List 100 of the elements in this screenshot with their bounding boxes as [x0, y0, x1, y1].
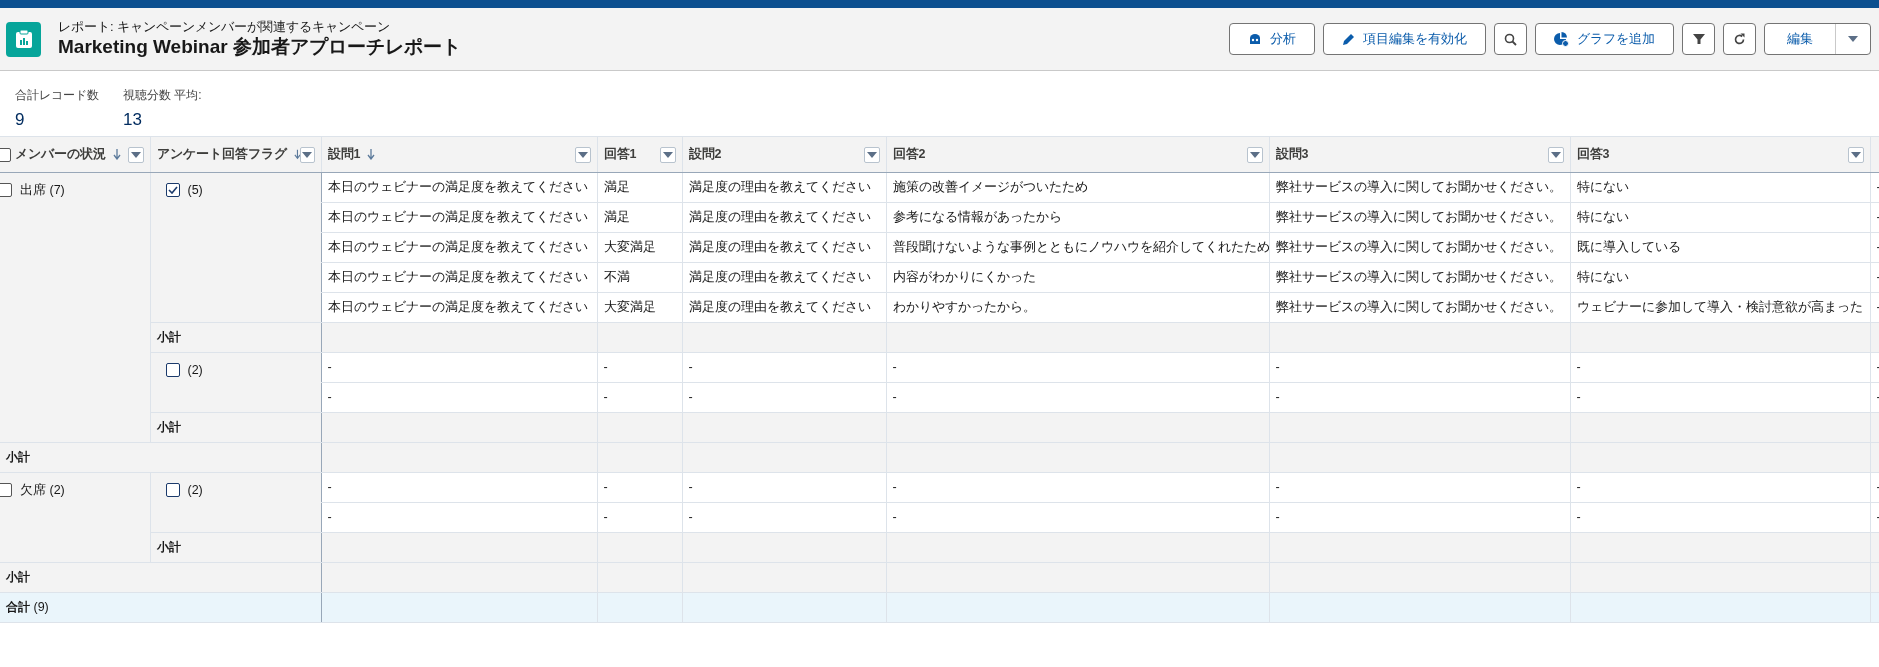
column-menu-button[interactable] — [1847, 146, 1864, 163]
table-cell: - — [1576, 390, 1581, 405]
table-cell: 満足度の理由を教えてください — [688, 180, 871, 195]
filter-button[interactable] — [1682, 23, 1715, 55]
table-cell: - — [892, 360, 897, 375]
caret-icon — [302, 151, 313, 158]
table-cell: 本日のウェビナーの満足度を教えてください — [327, 270, 588, 285]
pencil-icon — [1342, 32, 1355, 46]
table-cell: 特にない — [1576, 270, 1629, 285]
stat-value: 9 — [15, 109, 26, 131]
table-cell: 特にない — [1576, 180, 1629, 195]
report-title: Marketing Webinar 参加者アプローチレポート — [58, 35, 461, 59]
table-cell: 本日のウェビナーの満足度を教えてください — [327, 180, 588, 195]
table-cell: 普段聞けないような事例とともにノウハウを紹介してくれたため — [892, 240, 1269, 255]
refresh-icon — [1733, 32, 1746, 46]
table-cell: 既に導入している — [1576, 240, 1681, 255]
table-cell: - — [688, 480, 693, 495]
table-cell: 弊社サービスの導入に関してお聞かせください。 — [1275, 300, 1562, 315]
caret-icon — [130, 151, 141, 158]
column-menu-button[interactable] — [574, 146, 591, 163]
caret-icon — [1249, 151, 1260, 158]
column-header[interactable]: アンケート回答フラグ — [150, 136, 321, 173]
refresh-button[interactable] — [1723, 23, 1756, 55]
column-header[interactable]: 回答1 — [597, 136, 682, 173]
table-cell: - — [892, 510, 897, 525]
caret-icon — [1550, 151, 1561, 158]
subtotal-label: 小計 — [156, 540, 181, 555]
table-cell: - — [327, 510, 332, 525]
table-cell: 大変満足 — [603, 240, 656, 255]
table-cell: - — [327, 480, 332, 495]
stat-label: 視聴分数 平均: — [123, 87, 202, 104]
checkbox[interactable] — [165, 483, 180, 498]
table-cell: わかりやすかったから。 — [892, 300, 1036, 315]
column-header[interactable]: メンバーの状況 — [0, 136, 150, 173]
table-cell: - — [1275, 480, 1280, 495]
table-cell: 本日のウェビナーの満足度を教えてください — [327, 210, 588, 225]
edit-fields-button[interactable]: 項目編集を有効化 — [1323, 23, 1486, 55]
table-cell: 特にない — [1576, 210, 1629, 225]
report-icon — [6, 21, 41, 57]
column-menu-button[interactable] — [659, 146, 676, 163]
checkbox[interactable] — [0, 183, 12, 198]
column-menu-button[interactable] — [127, 146, 144, 163]
table-cell: - — [1275, 360, 1280, 375]
analyze-button[interactable]: 分析 — [1229, 23, 1315, 55]
group-label: 欠席 (2) — [20, 482, 65, 499]
checkbox[interactable] — [0, 483, 12, 498]
add-chart-button[interactable]: グラフを追加 — [1535, 23, 1674, 55]
pie-chart-icon — [1554, 31, 1569, 47]
caret-icon — [866, 151, 877, 158]
table-cell: 施策の改善イメージがついたため — [892, 180, 1088, 195]
table-cell: 満足度の理由を教えてください — [688, 240, 871, 255]
column-header[interactable]: 設問1 — [321, 136, 597, 173]
table-cell: - — [327, 390, 332, 405]
column-menu-button[interactable] — [300, 146, 315, 163]
checkbox[interactable] — [0, 147, 11, 162]
table-cell: 弊社サービスの導入に関してお聞かせください。 — [1275, 180, 1562, 195]
stat-label: 合計レコード数 — [15, 87, 99, 104]
group-label: 出席 (7) — [20, 182, 65, 199]
caret-icon — [662, 151, 673, 158]
table-cell: - — [1275, 390, 1280, 405]
table-cell: 満足度の理由を教えてください — [688, 210, 871, 225]
column-menu-button[interactable] — [1547, 146, 1564, 163]
table-cell: 大変満足 — [603, 300, 656, 315]
table-cell: 本日のウェビナーの満足度を教えてください — [327, 240, 588, 255]
table-cell: 弊社サービスの導入に関してお聞かせください。 — [1275, 240, 1562, 255]
search-button[interactable] — [1494, 23, 1527, 55]
table-cell: 弊社サービスの導入に関してお聞かせください。 — [1275, 210, 1562, 225]
subtotal-label: 小計 — [6, 450, 30, 465]
table-cell: - — [892, 480, 897, 495]
column-header[interactable]: 回答2 — [886, 136, 1269, 173]
checkbox[interactable] — [165, 183, 180, 198]
table-cell: - — [1576, 510, 1581, 525]
table-cell: - — [688, 360, 693, 375]
table-cell: - — [1576, 360, 1581, 375]
table-cell: 満足度の理由を教えてください — [688, 300, 871, 315]
column-header[interactable]: 回答3 — [1570, 136, 1870, 173]
table-cell: ウェビナーに参加して導入・検討意欲が高まった — [1576, 300, 1863, 315]
stat-value: 13 — [123, 109, 143, 131]
table-cell: 満足 — [603, 210, 630, 225]
column-header[interactable]: 設問2 — [682, 136, 886, 173]
table-cell: 弊社サービスの導入に関してお聞かせください。 — [1275, 270, 1562, 285]
search-icon — [1504, 32, 1517, 46]
edit-button[interactable]: 編集 — [1765, 24, 1836, 54]
table-cell: 本日のウェビナーの満足度を教えてください — [327, 300, 588, 315]
column-header[interactable]: 設問3 — [1269, 136, 1570, 173]
table-cell: - — [1275, 510, 1280, 525]
table-cell: 満足度の理由を教えてください — [688, 270, 871, 285]
table-cell: 参考になる情報があったから — [892, 210, 1062, 225]
edit-split-button[interactable]: 編集 — [1764, 23, 1871, 55]
table-cell: - — [688, 390, 693, 405]
filter-icon — [1692, 33, 1705, 45]
table-cell: - — [688, 510, 693, 525]
column-menu-button[interactable] — [1246, 146, 1263, 163]
subtotal-label: 小計 — [6, 570, 30, 585]
table-cell: 満足 — [603, 180, 630, 195]
column-menu-button[interactable] — [863, 146, 880, 163]
caret-icon — [577, 151, 588, 158]
table-cell: - — [892, 390, 897, 405]
table-cell: - — [603, 360, 608, 375]
checkbox[interactable] — [165, 363, 180, 378]
